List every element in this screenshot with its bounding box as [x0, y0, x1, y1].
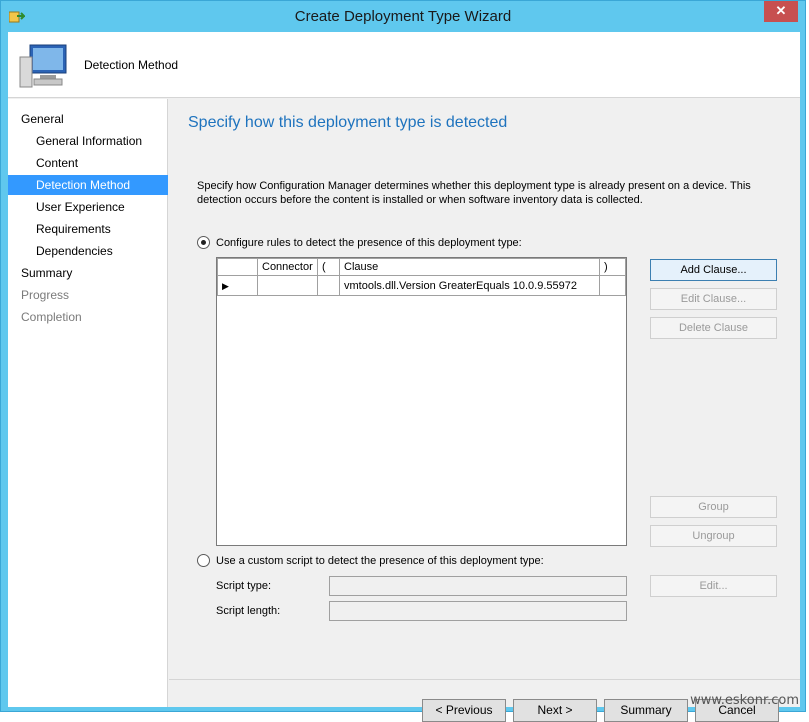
header-clause[interactable]: Clause: [339, 258, 600, 276]
nav-item-content[interactable]: Content: [8, 153, 168, 173]
window-title: Create Deployment Type Wizard: [294, 8, 512, 25]
ungroup-button[interactable]: Ungroup: [650, 525, 777, 547]
script-option-row[interactable]: Use a custom script to detect the presen…: [197, 554, 544, 567]
rules-radio[interactable]: [197, 236, 210, 249]
edit-script-button[interactable]: Edit...: [650, 575, 777, 597]
page-heading: Specify how this deployment type is dete…: [188, 114, 508, 131]
nav-item-summary[interactable]: Summary: [8, 263, 168, 283]
wizard-header: Detection Method: [8, 32, 800, 98]
table-row[interactable]: ▶ vmtools.dll.Version GreaterEquals 10.0…: [217, 275, 626, 296]
add-clause-button[interactable]: Add Clause...: [650, 259, 777, 281]
computer-monitor-icon: [19, 44, 67, 88]
row-pointer-icon: ▶: [222, 280, 229, 291]
header-open-paren[interactable]: (: [317, 258, 340, 276]
edit-clause-button[interactable]: Edit Clause...: [650, 288, 777, 310]
title-bar: Create Deployment Type Wizard ✕: [1, 1, 805, 33]
script-length-field: [329, 601, 627, 621]
watermark-text: www.eskonr.com: [690, 693, 799, 708]
script-radio[interactable]: [197, 554, 210, 567]
nav-item-detection-method[interactable]: Detection Method: [8, 175, 168, 195]
nav-item-progress: Progress: [21, 288, 70, 302]
cell-clause[interactable]: vmtools.dll.Version GreaterEquals 10.0.9…: [339, 275, 600, 296]
row-selector[interactable]: ▶: [217, 275, 258, 296]
cell-open-paren[interactable]: [317, 275, 340, 296]
script-length-label: Script length:: [216, 605, 281, 617]
row-header-cell: [217, 258, 258, 276]
wizard-nav: General General Information Content Dete…: [8, 99, 168, 707]
nav-item-general-information[interactable]: General Information: [8, 131, 168, 151]
wizard-content: Specify how this deployment type is dete…: [169, 99, 800, 722]
nav-item-dependencies[interactable]: Dependencies: [8, 241, 168, 261]
previous-button[interactable]: < Previous: [422, 699, 506, 722]
next-button[interactable]: Next >: [513, 699, 597, 722]
script-type-label: Script type:: [216, 580, 272, 592]
group-button[interactable]: Group: [650, 496, 777, 518]
clause-grid[interactable]: Connector ( Clause ) ▶ vmtools.dll.Versi…: [216, 257, 627, 546]
rules-option-row[interactable]: Configure rules to detect the presence o…: [197, 236, 522, 249]
header-title: Detection Method: [84, 58, 179, 72]
delete-clause-button[interactable]: Delete Clause: [650, 317, 777, 339]
script-type-field: [329, 576, 627, 596]
nav-item-user-experience[interactable]: User Experience: [8, 197, 168, 217]
cell-connector[interactable]: [257, 275, 318, 296]
header-connector[interactable]: Connector: [257, 258, 318, 276]
wizard-window: Create Deployment Type Wizard ✕ Detectio…: [0, 0, 806, 722]
page-description: Specify how Configuration Manager determ…: [197, 180, 751, 206]
nav-item-completion: Completion: [21, 310, 82, 324]
cell-close-paren[interactable]: [599, 275, 626, 296]
clause-table: Connector ( Clause ) ▶ vmtools.dll.Versi…: [217, 258, 626, 296]
header-close-paren[interactable]: ): [599, 258, 626, 276]
rules-option-label: Configure rules to detect the presence o…: [216, 237, 522, 249]
wizard-client-area: Detection Method General General Informa…: [8, 32, 800, 722]
footer-divider: [169, 679, 800, 680]
script-option-label: Use a custom script to detect the presen…: [216, 555, 544, 567]
clause-table-header: Connector ( Clause ): [217, 258, 626, 276]
close-window-button[interactable]: ✕: [764, 1, 798, 22]
nav-item-general[interactable]: General: [8, 109, 168, 129]
nav-item-requirements[interactable]: Requirements: [8, 219, 168, 239]
summary-button[interactable]: Summary: [604, 699, 688, 722]
